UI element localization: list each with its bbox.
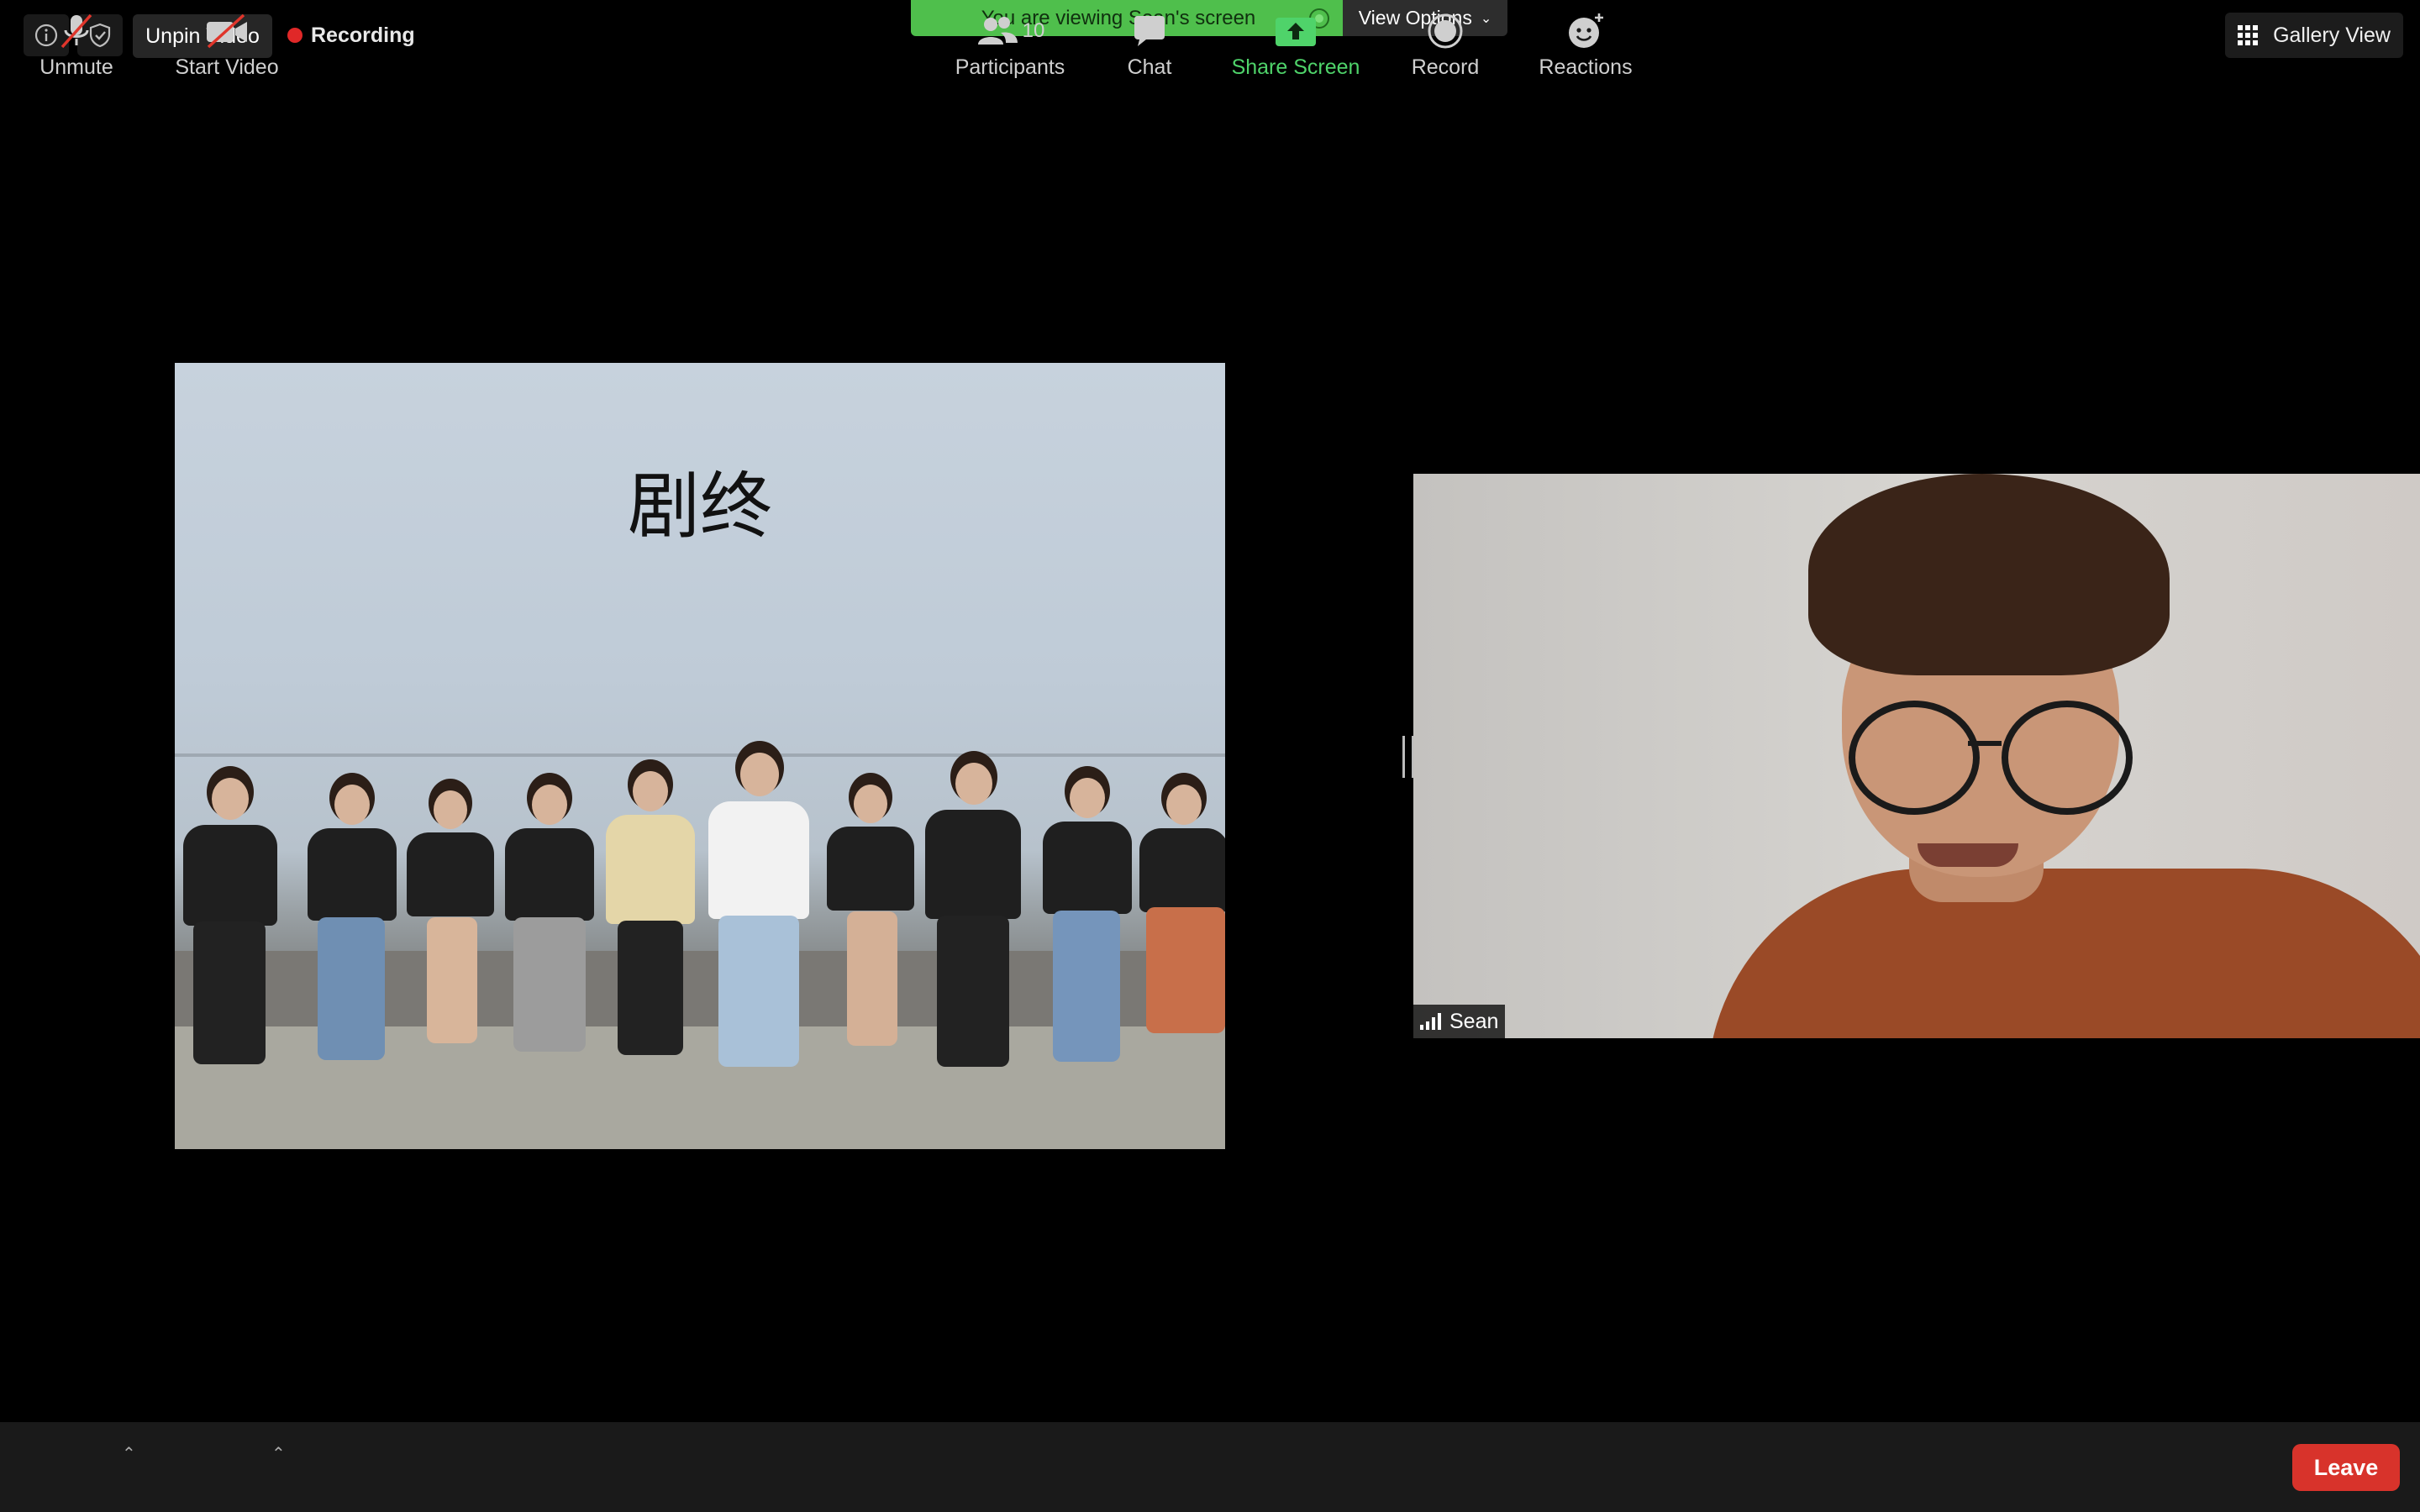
leave-button[interactable]: Leave — [2292, 1444, 2400, 1491]
audio-options-caret-icon[interactable]: ⌃ — [122, 1443, 136, 1464]
participants-label: Participants — [955, 55, 1065, 79]
reactions-smiley-icon — [1569, 13, 1603, 48]
record-button[interactable]: Record — [1403, 0, 1487, 90]
reactions-button[interactable]: Reactions — [1531, 0, 1640, 90]
reactions-label: Reactions — [1539, 55, 1633, 79]
participants-count: 10 — [1022, 19, 1045, 42]
video-camera-off-icon — [207, 13, 247, 49]
shared-screen-slide: 剧终 — [175, 363, 1225, 1149]
unmute-label: Unmute — [39, 55, 113, 79]
share-screen-label: Share Screen — [1231, 55, 1360, 79]
video-options-caret-icon[interactable]: ⌃ — [271, 1443, 286, 1464]
participants-button[interactable]: 10 Participants — [951, 0, 1069, 90]
panel-resize-handle[interactable] — [1402, 736, 1414, 778]
recording-dot-icon — [287, 28, 302, 43]
slide-title: 剧终 — [628, 465, 772, 549]
start-video-button[interactable]: Start Video — [168, 0, 286, 90]
chat-bubble-icon — [1134, 16, 1165, 46]
microphone-muted-icon — [60, 13, 92, 49]
signal-strength-icon — [1420, 1013, 1441, 1030]
participants-icon — [977, 17, 1018, 45]
grid-icon — [2238, 25, 2259, 45]
participant-name: Sean — [1449, 1009, 1499, 1033]
share-screen-button[interactable]: Share Screen — [1228, 0, 1363, 90]
recording-label: Recording — [311, 23, 415, 47]
chat-label: Chat — [1127, 55, 1172, 79]
share-screen-icon — [1276, 18, 1316, 46]
gallery-view-label: Gallery View — [2273, 23, 2391, 47]
start-video-label: Start Video — [175, 55, 279, 79]
record-icon — [1428, 13, 1463, 49]
meeting-toolbar — [0, 1422, 2420, 1512]
unmute-button[interactable]: Unmute — [30, 0, 123, 90]
chat-button[interactable]: Chat — [1107, 0, 1192, 90]
record-label: Record — [1411, 55, 1480, 79]
gallery-view-button[interactable]: Gallery View — [2225, 13, 2403, 58]
participant-name-tag: Sean — [1413, 1005, 1506, 1038]
participant-video-tile[interactable]: Sean — [1413, 474, 2420, 1038]
recording-indicator[interactable]: Recording — [287, 18, 415, 52]
